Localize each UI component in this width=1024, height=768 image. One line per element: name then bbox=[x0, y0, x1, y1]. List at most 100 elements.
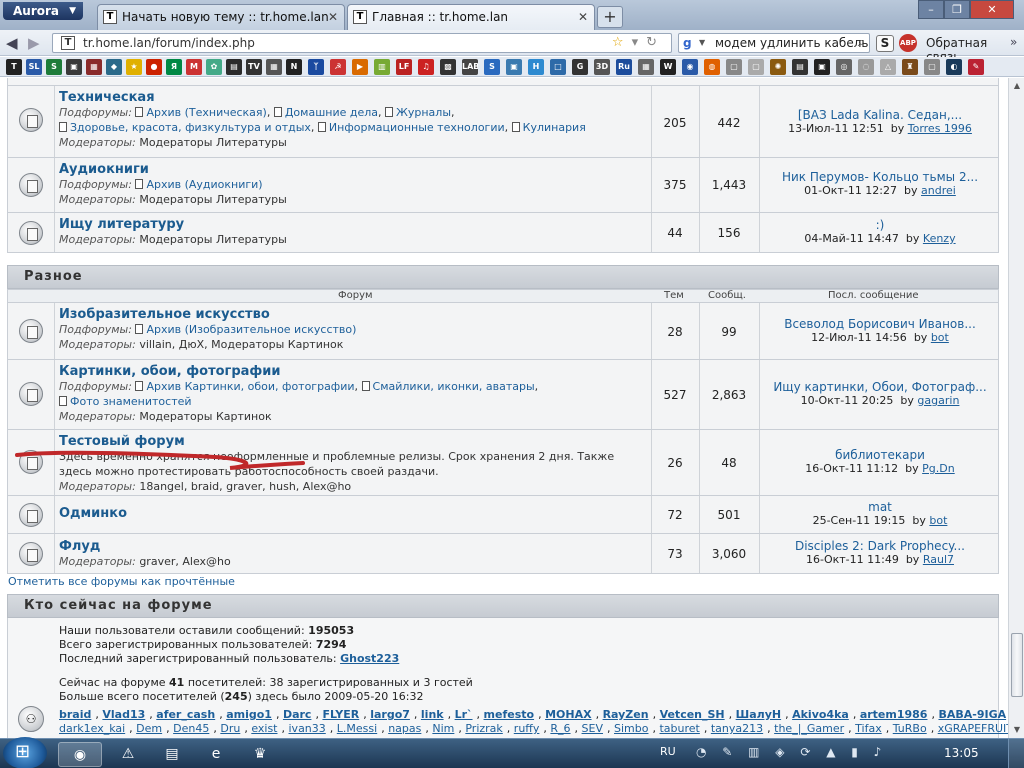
bookmark-icon[interactable]: ▢ bbox=[924, 59, 940, 75]
online-user-link[interactable]: Nim bbox=[432, 722, 454, 735]
ie-taskbar-icon[interactable]: e bbox=[194, 742, 238, 767]
online-user-link[interactable]: Dru bbox=[220, 722, 240, 735]
online-user-link[interactable]: ШалуН bbox=[736, 708, 781, 721]
tab-close-icon[interactable]: ✕ bbox=[328, 5, 338, 29]
online-user-link[interactable]: FLYER bbox=[322, 708, 359, 721]
app-menu-button[interactable]: Aurora ▼ bbox=[3, 2, 83, 20]
bookmark-icon[interactable]: ᛉ bbox=[308, 59, 324, 75]
online-user-link[interactable]: MOHAX bbox=[545, 708, 592, 721]
last-post-user[interactable]: bot bbox=[931, 331, 949, 344]
subforum-link[interactable]: Архив (Техническая) bbox=[146, 106, 266, 119]
last-post-user[interactable]: gagarin bbox=[917, 394, 959, 407]
online-user-link[interactable]: exist bbox=[251, 722, 277, 735]
vertical-scrollbar[interactable]: ▲ ▼ bbox=[1008, 78, 1024, 738]
online-user-link[interactable]: tanya213 bbox=[711, 722, 763, 735]
bookmark-icon[interactable]: ▣ bbox=[66, 59, 82, 75]
online-user-link[interactable]: TuRBo bbox=[893, 722, 927, 735]
scroll-down-icon[interactable]: ▼ bbox=[1009, 722, 1024, 738]
window-close-button[interactable]: ✕ bbox=[970, 0, 1014, 19]
bookmark-icon[interactable]: T bbox=[6, 59, 22, 75]
online-user-link[interactable]: R_6 bbox=[550, 722, 570, 735]
bookmark-icon[interactable]: ● bbox=[146, 59, 162, 75]
bookmark-star-icon[interactable]: ☆ bbox=[612, 35, 632, 50]
bookmark-icon[interactable]: ▦ bbox=[86, 59, 102, 75]
bookmark-icon[interactable]: ◆ bbox=[106, 59, 122, 75]
bookmark-icon[interactable]: ✿ bbox=[206, 59, 222, 75]
subforum-link[interactable]: Журналы bbox=[396, 106, 451, 119]
bookmark-icon[interactable]: ☭ bbox=[330, 59, 346, 75]
bookmark-icon[interactable]: ▢ bbox=[726, 59, 742, 75]
scroll-up-icon[interactable]: ▲ bbox=[1009, 78, 1024, 94]
maximize-button[interactable]: ❐ bbox=[944, 0, 970, 19]
bookmark-icon[interactable]: ✎ bbox=[968, 59, 984, 75]
online-user-link[interactable]: the_|_Gamer bbox=[774, 722, 844, 735]
tab-home[interactable]: T Главная :: tr.home.lan ✕ bbox=[347, 4, 595, 30]
tab-close-icon[interactable]: ✕ bbox=[578, 5, 588, 29]
forward-arrow-icon[interactable]: ▶ bbox=[28, 34, 40, 52]
bookmark-icon[interactable]: N bbox=[286, 59, 302, 75]
browser-taskbar-icon[interactable]: ◉ bbox=[58, 742, 102, 767]
online-user-link[interactable]: Tifax bbox=[855, 722, 882, 735]
url-bar[interactable]: T tr.home.lan/forum/index.php ☆▾↻ bbox=[52, 33, 672, 53]
online-user-link[interactable]: mefesto bbox=[484, 708, 535, 721]
online-user-link[interactable]: Darc bbox=[283, 708, 312, 721]
online-user-link[interactable]: L.Messi bbox=[337, 722, 377, 735]
tab-new-topic[interactable]: T Начать новую тему :: tr.home.lan ✕ bbox=[97, 4, 345, 30]
bookmark-icon[interactable]: □ bbox=[550, 59, 566, 75]
mark-all-read-link[interactable]: Отметить все форумы как прочтённые bbox=[8, 575, 235, 588]
bookmark-icon[interactable]: Я bbox=[166, 59, 182, 75]
online-user-link[interactable]: Vlad13 bbox=[102, 708, 145, 721]
bookmark-icon[interactable]: ▦ bbox=[266, 59, 282, 75]
online-user-link[interactable]: RayZen bbox=[603, 708, 649, 721]
forum-title-link[interactable]: Тестовый форум bbox=[59, 434, 644, 449]
last-post-link[interactable]: Всеволод Борисович Иванов... bbox=[760, 317, 1000, 331]
online-user-link[interactable]: dark1ex_kai bbox=[59, 722, 125, 735]
online-user-link[interactable]: largo7 bbox=[370, 708, 410, 721]
forum-title-link[interactable]: Картинки, обои, фотографии bbox=[59, 364, 644, 379]
online-user-link[interactable]: afer_cash bbox=[156, 708, 215, 721]
last-post-user[interactable]: bot bbox=[929, 514, 947, 527]
online-user-link[interactable]: Prizrak bbox=[465, 722, 502, 735]
forum-title-link[interactable]: Техническая bbox=[59, 90, 644, 105]
disk-taskbar-icon[interactable]: ▤ bbox=[150, 742, 194, 767]
last-post-user[interactable]: Kenzy bbox=[923, 232, 956, 245]
bookmark-icon[interactable]: S bbox=[46, 59, 62, 75]
last-post-link[interactable]: Ник Перумов- Кольцо тьмы 2... bbox=[760, 170, 1000, 184]
forum-title-link[interactable]: Аудиокниги bbox=[59, 162, 644, 177]
bookmark-icon[interactable]: S bbox=[484, 59, 500, 75]
subforum-link[interactable]: Смайлики, иконки, аватары bbox=[373, 380, 535, 393]
online-user-link[interactable]: amigo1 bbox=[226, 708, 272, 721]
engine-dropdown-icon[interactable]: ▼ bbox=[699, 34, 705, 52]
reload-icon[interactable]: ↻ bbox=[646, 35, 665, 50]
subforum-link[interactable]: Домашние дела bbox=[285, 106, 378, 119]
minimize-button[interactable]: – bbox=[918, 0, 944, 19]
online-user-link[interactable]: BABA-9IGA bbox=[938, 708, 1006, 721]
app-taskbar-icon[interactable]: ♛ bbox=[238, 742, 282, 767]
last-post-link[interactable]: Ищу картинки, Обои, Фотограф... bbox=[760, 380, 1000, 394]
bookmark-icon[interactable]: SL bbox=[26, 59, 42, 75]
bookmark-icon[interactable]: ♜ bbox=[902, 59, 918, 75]
last-post-link[interactable]: Disciples 2: Dark Prophecy... bbox=[760, 539, 1000, 553]
online-user-link[interactable]: Dem bbox=[136, 722, 162, 735]
subforum-link[interactable]: Информационные технологии bbox=[329, 121, 505, 134]
online-user-link[interactable]: taburet bbox=[659, 722, 699, 735]
online-user-link[interactable]: artem1986 bbox=[860, 708, 928, 721]
bookmark-icon[interactable]: ▤ bbox=[226, 59, 242, 75]
online-user-link[interactable]: Vetcen_SH bbox=[660, 708, 725, 721]
forum-title-link[interactable]: Флуд bbox=[59, 539, 644, 554]
bookmark-icon[interactable]: H bbox=[528, 59, 544, 75]
online-user-link[interactable]: xGRAPEFRUITx bbox=[938, 722, 1008, 735]
online-user-link[interactable]: Lr` bbox=[455, 708, 473, 721]
online-user-link[interactable]: Akivo4ka bbox=[792, 708, 849, 721]
last-post-link[interactable]: библиотекари bbox=[760, 448, 1000, 462]
online-user-link[interactable]: napas bbox=[388, 722, 421, 735]
app-taskbar-icon[interactable]: ⚠ bbox=[106, 742, 150, 767]
online-user-link[interactable]: ruffy bbox=[514, 722, 540, 735]
subforum-link[interactable]: Кулинария bbox=[523, 121, 586, 134]
bookmark-icon[interactable]: ▶ bbox=[352, 59, 368, 75]
bookmark-icon[interactable]: LAB bbox=[462, 59, 478, 75]
subforum-link[interactable]: Архив (Изобразительное искусство) bbox=[146, 323, 356, 336]
forum-title-link[interactable]: Одминко bbox=[59, 506, 644, 521]
last-post-link[interactable]: mat bbox=[760, 500, 1000, 514]
bookmark-icon[interactable]: ▤ bbox=[792, 59, 808, 75]
